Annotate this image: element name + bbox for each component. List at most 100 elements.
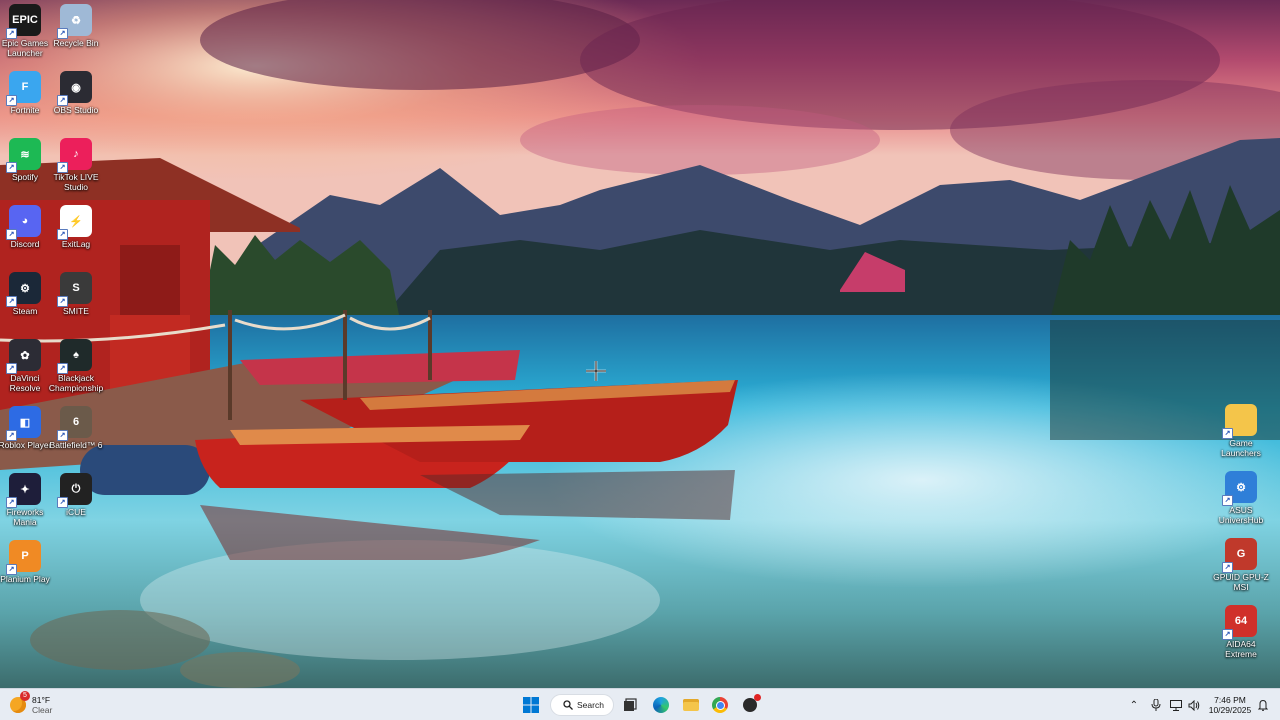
shortcut-arrow-icon: ↗ [6, 497, 17, 508]
icue-glyph: ⏻ [71, 482, 81, 495]
davinci-resolve-icon: ✿ ↗ [6, 339, 41, 374]
shortcut-arrow-icon: ↗ [1222, 428, 1233, 439]
network-button[interactable] [1168, 694, 1184, 716]
desktop-shortcut-label: TikTok LIVE Studio [53, 172, 99, 192]
discord-icon: ◕ ↗ [6, 205, 41, 240]
desktop-shortcut-left-7[interactable]: ⚡ ↗ ExitLag [51, 205, 101, 249]
weather-temperature: 81°F [32, 695, 51, 705]
volume-button[interactable] [1186, 694, 1202, 716]
notification-button[interactable] [1256, 694, 1270, 716]
spotify-glyph: ≋ [20, 148, 30, 161]
desktop-shortcut-label: iCUE [66, 507, 86, 517]
desktop-shortcut-left-11[interactable]: ♠ ↗ Blackjack Championship [48, 339, 104, 393]
desktop-shortcut-right-1[interactable]: ⚙ ↗ ASUS UniversHub [1216, 471, 1266, 525]
clock[interactable]: 7:46 PM 10/29/2025 [1206, 694, 1254, 716]
shortcut-arrow-icon: ↗ [57, 28, 68, 39]
battlefield-glyph: 6 [72, 416, 80, 428]
microphone-button[interactable] [1148, 694, 1164, 716]
desktop-shortcut-label: ExitLag [61, 239, 91, 249]
shortcut-arrow-icon: ↗ [6, 430, 17, 441]
app-pinned-button[interactable] [739, 694, 761, 716]
recycle-bin-icon: ♻ ↗ [57, 4, 92, 39]
task-view-icon [624, 698, 637, 711]
shortcut-arrow-icon: ↗ [6, 229, 17, 240]
desktop-shortcut-left-10[interactable]: ✿ ↗ DaVinci Resolve [0, 339, 50, 393]
desktop-shortcut-label: Epic Games Launcher [1, 38, 49, 58]
desktop-shortcut-label: Steam [12, 306, 38, 316]
desktop-shortcut-label: GPUID GPU-Z MSI [1213, 572, 1269, 592]
recycle-bin-glyph: ♻ [71, 14, 81, 27]
task-view-button[interactable] [620, 694, 640, 716]
shortcut-arrow-icon: ↗ [6, 28, 17, 39]
desktop-shortcut-label: Fortnite [10, 105, 40, 115]
desktop-shortcut-label: Discord [10, 239, 40, 249]
chevron-up-icon: ⌃ [1129, 699, 1139, 711]
gpuz-icon: G ↗ [1222, 538, 1257, 573]
chrome-button[interactable] [709, 694, 731, 716]
desktop-shortcut-left-16[interactable]: P ↗ Planium Play [0, 540, 50, 584]
obs-studio-icon: ◉ ↗ [57, 71, 92, 106]
desktop-shortcut-left-12[interactable]: ◧ ↗ Roblox Player [0, 406, 52, 450]
desktop-shortcut-left-8[interactable]: ⚙ ↗ Steam [0, 272, 50, 316]
fireworks-mania-glyph: ✦ [20, 483, 30, 496]
desktop-wallpaper [0, 0, 1280, 688]
epic-games-glyph: EPIC [12, 14, 38, 26]
desktop-shortcut-left-1[interactable]: ♻ ↗ Recycle Bin [51, 4, 101, 48]
weather-widget[interactable]: 5 81°F Clear [10, 691, 70, 716]
show-hidden-icons-button[interactable]: ⌃ [1126, 694, 1142, 716]
steam-icon: ⚙ ↗ [6, 272, 41, 307]
search-icon [563, 700, 573, 710]
planium-play-glyph: P [21, 550, 29, 562]
shortcut-arrow-icon: ↗ [57, 497, 68, 508]
shortcut-arrow-icon: ↗ [1222, 495, 1233, 506]
folder-icon: ↗ [1222, 404, 1257, 439]
desktop-shortcut-label: Roblox Player [0, 440, 52, 450]
fireworks-mania-icon: ✦ ↗ [6, 473, 41, 508]
microphone-icon [1151, 699, 1161, 711]
clock-date: 10/29/2025 [1208, 705, 1252, 715]
edge-browser-button[interactable] [650, 694, 672, 716]
discord-glyph: ◕ [21, 215, 29, 227]
file-explorer-button[interactable] [680, 694, 702, 716]
shortcut-arrow-icon: ↗ [6, 296, 17, 307]
desktop-shortcut-left-6[interactable]: ◕ ↗ Discord [0, 205, 50, 249]
bell-icon [1258, 699, 1268, 711]
start-button[interactable] [520, 694, 542, 716]
edge-icon [653, 697, 669, 713]
shortcut-arrow-icon: ↗ [6, 564, 17, 575]
battlefield-icon: 6 ↗ [57, 406, 92, 441]
network-monitor-icon [1170, 699, 1182, 711]
clock-time: 7:46 PM [1214, 695, 1246, 705]
desktop-shortcut-left-13[interactable]: 6 ↗ Battlefield™ 6 [49, 406, 103, 450]
desktop-shortcut-right-2[interactable]: G ↗ GPUID GPU-Z MSI [1213, 538, 1269, 592]
icue-icon: ⏻ ↗ [57, 473, 92, 508]
blackjack-glyph: ♠ [73, 349, 79, 361]
spotify-icon: ≋ ↗ [6, 138, 41, 173]
desktop-shortcut-left-5[interactable]: ♪ ↗ TikTok LIVE Studio [51, 138, 101, 192]
desktop-shortcut-left-4[interactable]: ≋ ↗ Spotify [0, 138, 50, 182]
desktop-shortcut-right-0[interactable]: ↗ Game Launchers [1216, 404, 1266, 458]
desktop-shortcut-label: SMITE [63, 306, 89, 316]
desktop-shortcut-left-14[interactable]: ✦ ↗ Fireworks Mania [0, 473, 50, 527]
asus-hub-icon: ⚙ ↗ [1222, 471, 1257, 506]
shortcut-arrow-icon: ↗ [57, 430, 68, 441]
shortcut-arrow-icon: ↗ [57, 296, 68, 307]
obs-studio-glyph: ◉ [71, 81, 81, 94]
desktop-shortcut-label: Blackjack Championship [48, 373, 104, 393]
desktop-shortcut-left-0[interactable]: EPIC ↗ Epic Games Launcher [0, 4, 50, 58]
shortcut-arrow-icon: ↗ [57, 95, 68, 106]
desktop-shortcut-right-3[interactable]: 64 ↗ AIDA64 Extreme [1216, 605, 1266, 659]
shortcut-arrow-icon: ↗ [6, 95, 17, 106]
desktop-shortcut-left-9[interactable]: S ↗ SMITE [51, 272, 101, 316]
desktop-shortcut-left-15[interactable]: ⏻ ↗ iCUE [51, 473, 101, 517]
shortcut-arrow-icon: ↗ [1222, 629, 1233, 640]
davinci-resolve-glyph: ✿ [20, 349, 30, 362]
desktop-shortcut-label: Planium Play [0, 574, 50, 584]
aida64-icon: 64 ↗ [1222, 605, 1257, 640]
desktop-shortcut-label: Battlefield™ 6 [49, 440, 103, 450]
desktop-shortcut-left-3[interactable]: ◉ ↗ OBS Studio [51, 71, 101, 115]
desktop-shortcut-label: ASUS UniversHub [1218, 505, 1264, 525]
taskbar-search-box[interactable]: Search [550, 694, 614, 716]
desktop-shortcut-left-2[interactable]: F ↗ Fortnite [0, 71, 50, 115]
weather-badge: 5 [20, 691, 30, 701]
